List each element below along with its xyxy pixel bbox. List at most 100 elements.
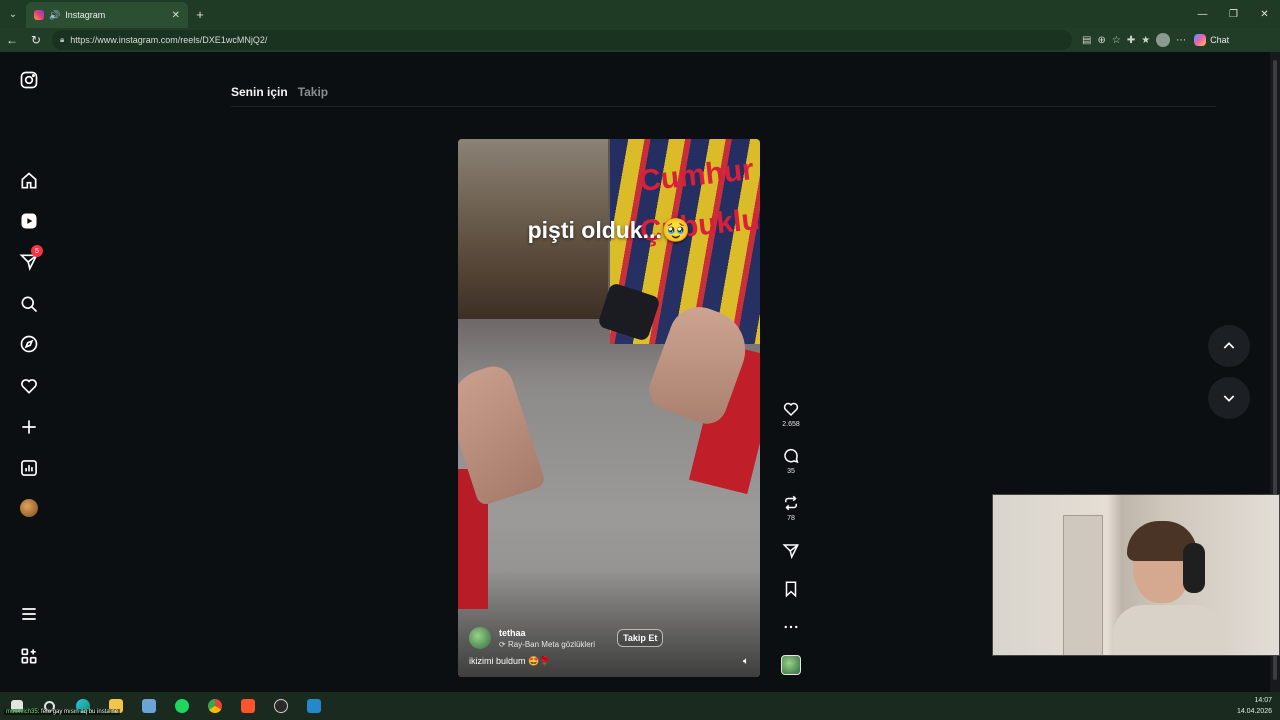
- comment-icon: [784, 448, 799, 464]
- webcam-person: [1113, 521, 1223, 655]
- webcam-door: [1063, 515, 1103, 655]
- tab-audio-icon[interactable]: 🔊: [49, 10, 60, 21]
- comment-action[interactable]: 35: [776, 447, 806, 475]
- favorite-star-icon[interactable]: ☆: [1112, 35, 1121, 46]
- tab-following[interactable]: Takip: [298, 85, 328, 99]
- url-field[interactable]: 🔒︎ https://www.instagram.com/reels/DXE1w…: [52, 30, 1072, 50]
- back-icon[interactable]: ←: [0, 33, 24, 47]
- minimize-icon[interactable]: —: [1187, 0, 1218, 28]
- edge-browser-icon[interactable]: [66, 692, 99, 720]
- messages-icon[interactable]: 5: [18, 245, 43, 273]
- repost-count: 78: [787, 515, 795, 522]
- author-info: tethaa ⟳ Ray-Ban Meta gözlükleri: [499, 628, 595, 649]
- heart-icon[interactable]: [18, 375, 40, 397]
- window-close-icon[interactable]: ✕: [1249, 0, 1280, 28]
- author-name[interactable]: tethaa: [499, 628, 595, 638]
- spotify-icon[interactable]: [165, 692, 198, 720]
- taskbar-search-icon[interactable]: [33, 692, 66, 720]
- tab-title: Instagram: [65, 10, 106, 20]
- ticker-text: : feto gay mısın aq bu insta ne: [37, 709, 119, 715]
- reader-icon[interactable]: ▤: [1082, 35, 1091, 46]
- feed-tabs: Senin için Takip: [231, 85, 328, 99]
- profile-avatar-image: [20, 499, 38, 517]
- repost-icon: [785, 495, 797, 511]
- more-action[interactable]: [776, 618, 806, 636]
- dashboard-icon[interactable]: [18, 457, 40, 479]
- instagram-favicon-icon: [34, 10, 44, 20]
- brave-icon[interactable]: [231, 692, 264, 720]
- author-avatar[interactable]: [469, 627, 491, 649]
- maximize-icon[interactable]: ❐: [1218, 0, 1249, 28]
- like-icon: [783, 402, 799, 417]
- reels-icon[interactable]: [18, 210, 40, 232]
- file-explorer-icon[interactable]: [99, 692, 132, 720]
- tab-close-icon[interactable]: ✕: [172, 10, 180, 21]
- home-icon[interactable]: [18, 170, 40, 192]
- url-text: https://www.instagram.com/reels/DXE1wcMN…: [70, 35, 268, 45]
- search-icon[interactable]: [18, 293, 40, 315]
- profile-avatar-icon[interactable]: [1156, 33, 1171, 47]
- ticker-user: moskvich35: [6, 709, 38, 715]
- chat-ticker: moskvich35: feto gay mısın aq bu insta n…: [4, 709, 121, 715]
- chrome-icon[interactable]: [198, 692, 231, 720]
- audio-thumbnail[interactable]: [776, 655, 806, 675]
- sidebar: 5: [0, 52, 58, 692]
- extensions-icon[interactable]: ✚: [1127, 35, 1135, 46]
- share-icon: [782, 544, 799, 560]
- more-icon: [784, 625, 798, 629]
- zoom-icon[interactable]: ⊕: [1097, 35, 1105, 46]
- system-clock[interactable]: 14:07 14.04.2026: [1237, 695, 1272, 717]
- audio-label[interactable]: ⟳ Ray-Ban Meta gözlükleri: [499, 640, 595, 649]
- previous-reel-button[interactable]: [1208, 325, 1250, 367]
- music-thumb-image: [781, 655, 801, 675]
- messages-badge: 5: [31, 245, 43, 257]
- like-action[interactable]: 2.658: [776, 400, 806, 428]
- mute-icon[interactable]: 🔈︎: [743, 656, 749, 667]
- new-tab-button[interactable]: +: [188, 7, 212, 22]
- follow-button[interactable]: Takip Et: [617, 629, 664, 647]
- comment-count: 35: [787, 468, 795, 475]
- reel-info: tethaa ⟳ Ray-Ban Meta gözlükleri Takip E…: [469, 627, 749, 667]
- like-count: 2.658: [782, 421, 800, 428]
- obs-icon[interactable]: [264, 692, 297, 720]
- vscode-icon[interactable]: [297, 692, 330, 720]
- reel-video[interactable]: Cumhur Çubuklu pişti olduk...🥹 tethaa ⟳ …: [458, 139, 760, 677]
- refresh-icon[interactable]: ↻: [24, 33, 48, 47]
- instagram-logo-icon[interactable]: [18, 69, 40, 91]
- os-taskbar: moskvich35: feto gay mısın aq bu insta n…: [0, 692, 1280, 720]
- create-icon[interactable]: [18, 416, 40, 438]
- share-action[interactable]: [776, 542, 806, 560]
- chevron-down-icon: [1223, 395, 1235, 402]
- menu-icon[interactable]: [18, 603, 40, 625]
- favorites-icon[interactable]: ★: [1141, 35, 1150, 46]
- webcam-body: [1113, 605, 1223, 655]
- explore-icon[interactable]: [18, 333, 40, 355]
- author-row: tethaa ⟳ Ray-Ban Meta gözlükleri Takip E…: [469, 627, 749, 649]
- webcam-headset: [1183, 543, 1205, 593]
- caption-text: ikizimi buldum 🤩🌹: [469, 656, 551, 666]
- start-icon[interactable]: [0, 692, 33, 720]
- copilot-chat-button[interactable]: Chat: [1194, 34, 1229, 46]
- clock-time: 14:07: [1254, 697, 1272, 704]
- browser-tab-instagram[interactable]: 🔊 Instagram ✕: [26, 2, 188, 28]
- browser-toolbar: ▤ ⊕ ☆ ✚ ★ ⋯: [1082, 33, 1186, 47]
- caption-row: ikizimi buldum 🤩🌹 🔈︎: [469, 656, 749, 667]
- audio-label-text: Ray-Ban Meta gözlükleri: [507, 639, 596, 649]
- profile-avatar[interactable]: [18, 497, 40, 519]
- chat-label: Chat: [1210, 35, 1230, 45]
- repost-action[interactable]: 78: [776, 494, 806, 522]
- browser-menu-icon[interactable]: ⋯: [1176, 35, 1186, 46]
- address-bar-row: ← ↻ 🔒︎ https://www.instagram.com/reels/D…: [0, 28, 1280, 52]
- clock-date: 14.04.2026: [1236, 708, 1272, 715]
- apps-icon[interactable]: [18, 645, 40, 667]
- save-action[interactable]: [776, 580, 806, 598]
- copilot-icon: [1194, 34, 1207, 46]
- chevron-up-icon: [1223, 342, 1235, 349]
- next-reel-button[interactable]: [1208, 377, 1250, 419]
- site-info-icon[interactable]: 🔒︎: [60, 35, 64, 45]
- feed-divider: [231, 106, 1216, 107]
- app-icon[interactable]: [132, 692, 165, 720]
- browser-tab-bar: ⌄ 🔊 Instagram ✕ + — ❐ ✕: [0, 0, 1280, 28]
- tab-for-you[interactable]: Senin için: [231, 85, 288, 99]
- tab-actions-menu-icon[interactable]: ⌄: [0, 0, 26, 28]
